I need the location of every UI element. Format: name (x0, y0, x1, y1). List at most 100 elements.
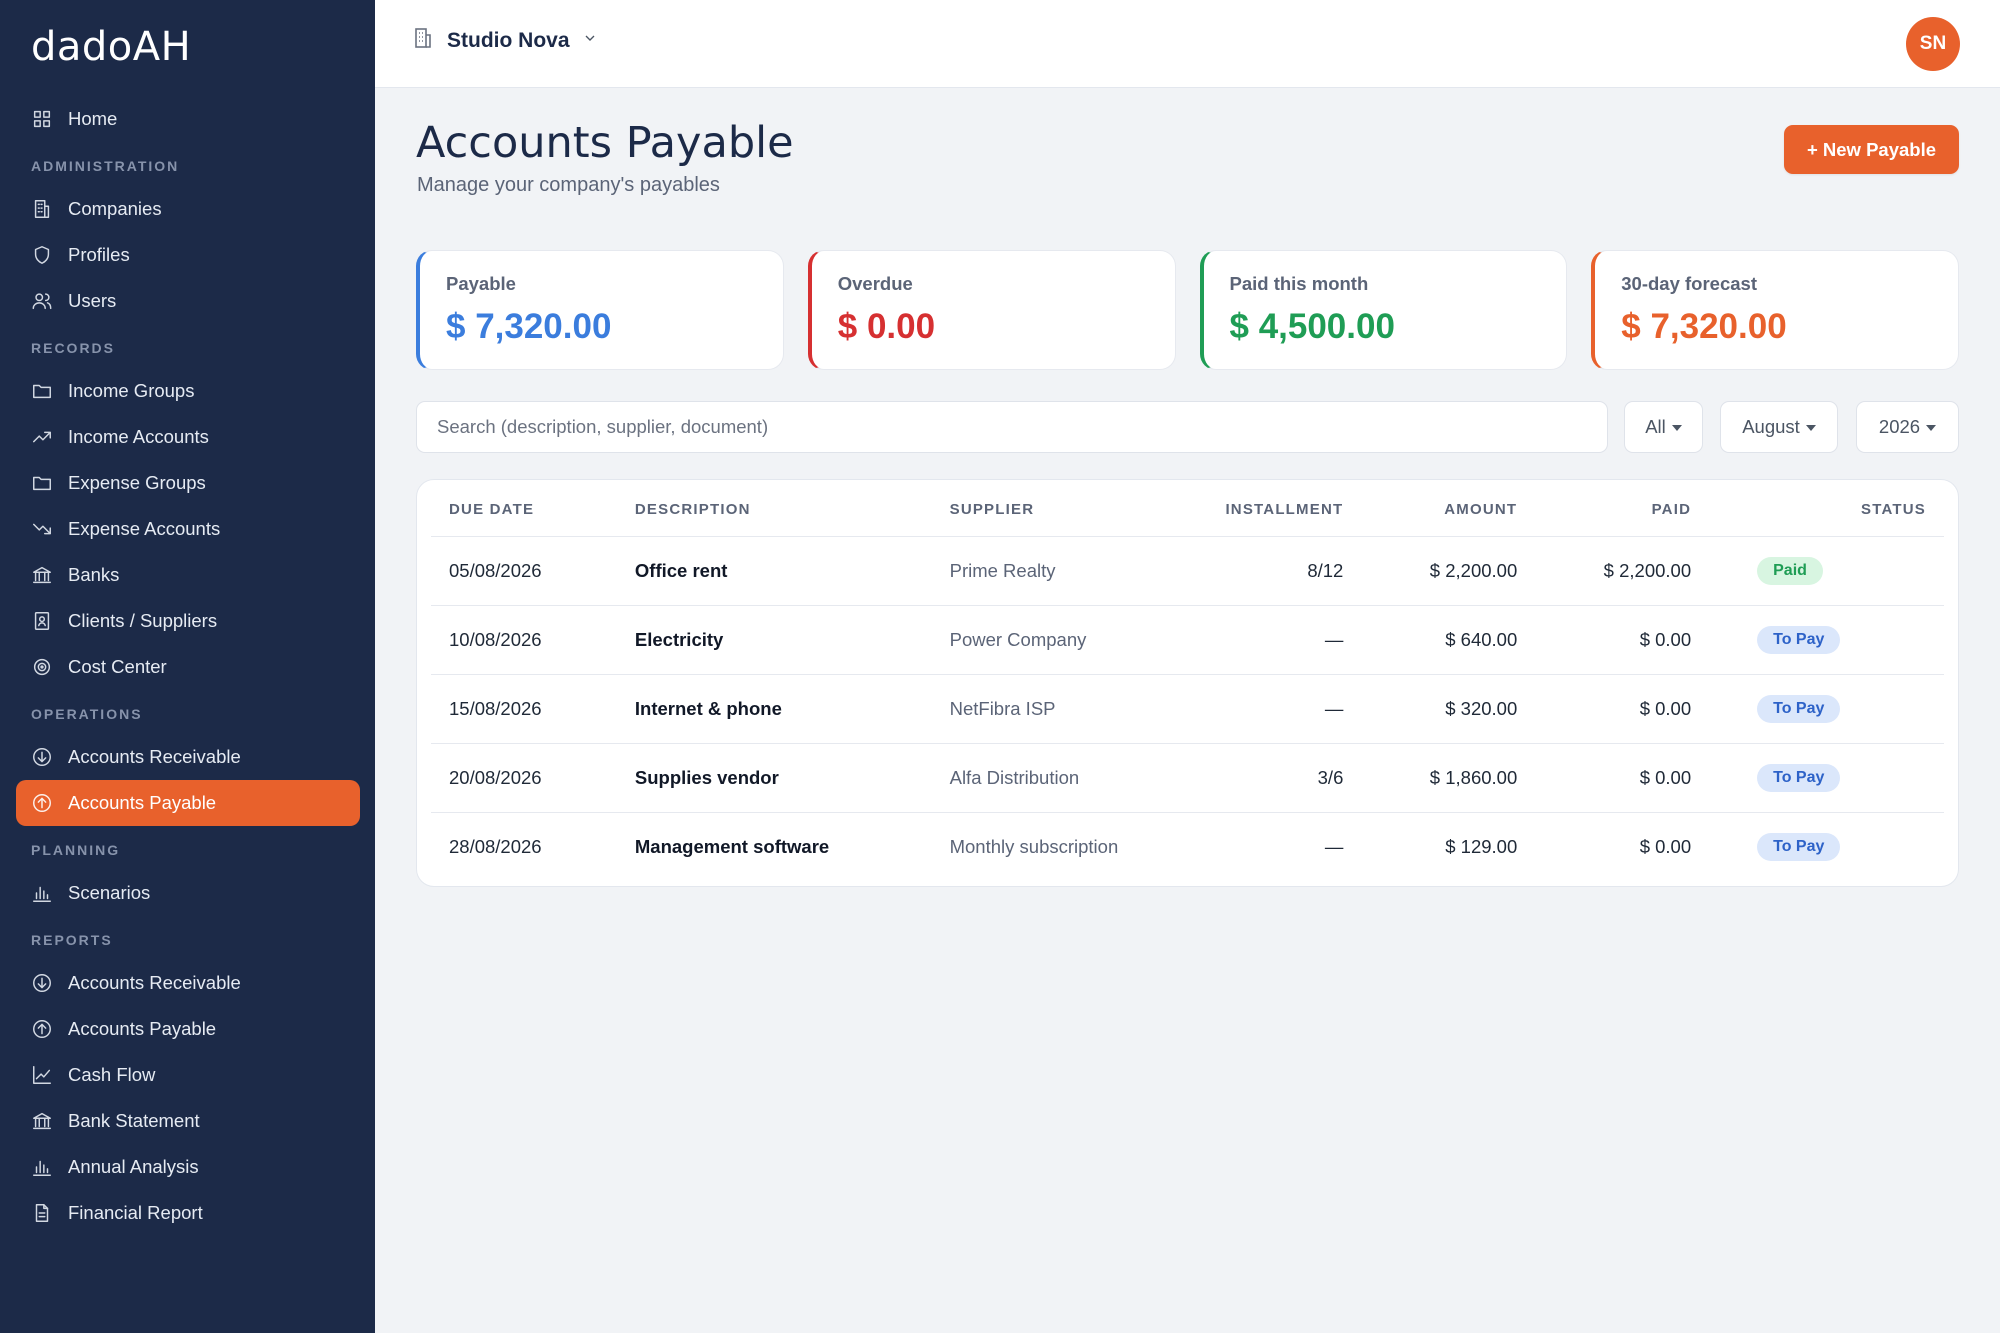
sidebar-item-banks[interactable]: Banks (16, 552, 360, 598)
table-header-row: DUE DATE DESCRIPTION SUPPLIER INSTALLMEN… (431, 480, 1944, 537)
year-filter-value: 2026 (1878, 416, 1921, 437)
column-header-due-date[interactable]: DUE DATE (431, 480, 617, 537)
cell-installment: 8/12 (1181, 536, 1362, 606)
sidebar-section-records: RECORDS (31, 340, 116, 356)
sidebar-item-profiles[interactable]: Profiles (16, 232, 360, 278)
status-badge: Paid (1757, 556, 1823, 585)
sidebar-item-financial-report[interactable]: Financial Report (16, 1190, 360, 1236)
new-payable-button[interactable]: + New Payable (1784, 125, 1959, 174)
avatar[interactable]: SN (1906, 17, 1960, 71)
cell-paid: $ 0.00 (1535, 674, 1710, 744)
card-value: $ 4,500.00 (1229, 307, 1395, 346)
arrow-down-circle-icon (31, 972, 53, 994)
sidebar-item-income-accounts[interactable]: Income Accounts (16, 414, 360, 460)
cell-supplier: NetFibra ISP (931, 674, 1182, 744)
column-header-description[interactable]: DESCRIPTION (616, 480, 932, 537)
sidebar-item-label: Banks (68, 564, 120, 585)
status-filter[interactable]: All (1624, 401, 1703, 453)
card-value: $ 7,320.00 (446, 307, 612, 346)
card-30-day-forecast: 30-day forecast $ 7,320.00 (1591, 250, 1959, 370)
sidebar-item-label: Accounts Payable (68, 1018, 217, 1039)
app-logo[interactable]: dadoAH (31, 24, 191, 70)
cell-status: To Pay (1709, 743, 1944, 813)
month-filter-value: August (1742, 416, 1800, 437)
sidebar-section-planning: PLANNING (31, 842, 121, 858)
sidebar-item-label: Expense Accounts (68, 518, 221, 539)
status-badge: To Pay (1757, 625, 1841, 654)
caret-down-icon (1671, 425, 1682, 431)
sidebar-item-expense-groups[interactable]: Expense Groups (16, 460, 360, 506)
cell-installment: — (1181, 674, 1362, 744)
status-badge: To Pay (1757, 832, 1841, 861)
cell-paid: $ 0.00 (1535, 605, 1710, 675)
column-header-paid[interactable]: PAID (1535, 480, 1710, 537)
sidebar-item-expense-accounts[interactable]: Expense Accounts (16, 506, 360, 552)
cell-due-date: 15/08/2026 (431, 674, 617, 744)
company-name: Studio Nova (447, 28, 570, 52)
sidebar-item-income-groups[interactable]: Income Groups (16, 368, 360, 414)
cell-due-date: 05/08/2026 (431, 536, 617, 606)
sidebar-item-clients-suppliers[interactable]: Clients / Suppliers (16, 598, 360, 644)
sidebar-item-cost-center[interactable]: Cost Center (16, 644, 360, 690)
cell-due-date: 10/08/2026 (431, 605, 617, 675)
line-chart-icon (31, 1064, 53, 1086)
sidebar-item-label: Home (68, 108, 118, 129)
sidebar-item-label: Cash Flow (68, 1064, 156, 1085)
status-badge: To Pay (1757, 694, 1841, 723)
caret-down-icon (1805, 425, 1816, 431)
sidebar-item-accounts-payable[interactable]: Accounts Payable (16, 780, 360, 826)
search-input[interactable] (416, 401, 1608, 453)
cell-status: To Pay (1709, 605, 1944, 675)
cell-due-date: 28/08/2026 (449, 835, 542, 857)
table-row[interactable]: 10/08/2026 Electricity Power Company — $ 640… (431, 605, 1944, 675)
cell-amount: $ 1,860.00 (1361, 743, 1536, 813)
building-icon (411, 26, 435, 55)
sidebar-item-accounts-receivable[interactable]: Accounts Receivable (16, 734, 360, 780)
cell-paid: $ 0.00 (1535, 743, 1710, 813)
card-paid-this-month: Paid this month $ 4,500.00 (1199, 250, 1568, 370)
column-header-installment[interactable]: INSTALLMENT (1181, 480, 1362, 537)
sidebar-item-label: Scenarios (68, 882, 151, 903)
cell-description: Office rent (616, 536, 932, 606)
bank-icon (31, 564, 53, 586)
year-filter[interactable]: 2026 (1856, 401, 1959, 453)
card-payable: Payable $ 7,320.00 (416, 250, 784, 370)
sidebar-item-label: Accounts Receivable (68, 972, 241, 993)
contact-card-icon (31, 610, 53, 632)
cell-paid: $ 0.00 (1639, 835, 1692, 857)
sidebar-item-home[interactable]: Home (16, 96, 360, 142)
company-selector[interactable]: Studio Nova (411, 26, 598, 55)
arrow-up-circle-icon (31, 792, 53, 814)
sidebar-section-reports: REPORTS (31, 932, 113, 948)
table-row[interactable]: 15/08/2026 Internet & phone NetFibra ISP — $… (431, 674, 1944, 744)
table-row[interactable]: 28/08/2026 Management software Monthly sub… (431, 812, 1944, 881)
page-subtitle: Manage your company's payables (417, 174, 720, 196)
sidebar-item-bank-statement[interactable]: Bank Statement (16, 1098, 360, 1144)
sidebar-item-companies[interactable]: Companies (16, 186, 360, 232)
sidebar-item-report-payable[interactable]: Accounts Payable (16, 1006, 360, 1052)
column-header-supplier[interactable]: SUPPLIER (931, 480, 1182, 537)
month-filter[interactable]: August (1720, 401, 1838, 453)
column-header-amount[interactable]: AMOUNT (1361, 480, 1536, 537)
sidebar-item-users[interactable]: Users (16, 278, 360, 324)
folder-icon (31, 380, 53, 402)
cell-installment: 3/6 (1181, 743, 1362, 813)
payables-table-card: DUE DATE DESCRIPTION SUPPLIER INSTALLMEN… (416, 479, 1959, 887)
sidebar-item-cash-flow[interactable]: Cash Flow (16, 1052, 360, 1098)
sidebar-item-annual-analysis[interactable]: Annual Analysis (16, 1144, 360, 1190)
sidebar-item-label: Users (68, 290, 117, 311)
column-header-status[interactable]: STATUS (1709, 480, 1944, 537)
table-row[interactable]: 05/08/2026 Office rent Prime Realty 8/12 $ 2… (431, 536, 1944, 606)
caret-down-icon (1926, 425, 1937, 431)
cell-paid: $ 2,200.00 (1535, 536, 1710, 606)
card-label: Overdue (837, 273, 913, 294)
cell-supplier: Alfa Distribution (931, 743, 1182, 813)
payables-table: DUE DATE DESCRIPTION SUPPLIER INSTALLMEN… (431, 480, 1944, 881)
card-label: Payable (446, 273, 516, 294)
sidebar-item-label: Annual Analysis (68, 1156, 199, 1177)
sidebar-item-scenarios[interactable]: Scenarios (16, 870, 360, 916)
table-row[interactable]: 20/08/2026 Supplies vendor Alfa Distributi… (431, 743, 1944, 813)
card-label: 30-day forecast (1621, 273, 1757, 294)
cell-status: Paid (1709, 536, 1944, 606)
sidebar-item-report-receivable[interactable]: Accounts Receivable (16, 960, 360, 1006)
